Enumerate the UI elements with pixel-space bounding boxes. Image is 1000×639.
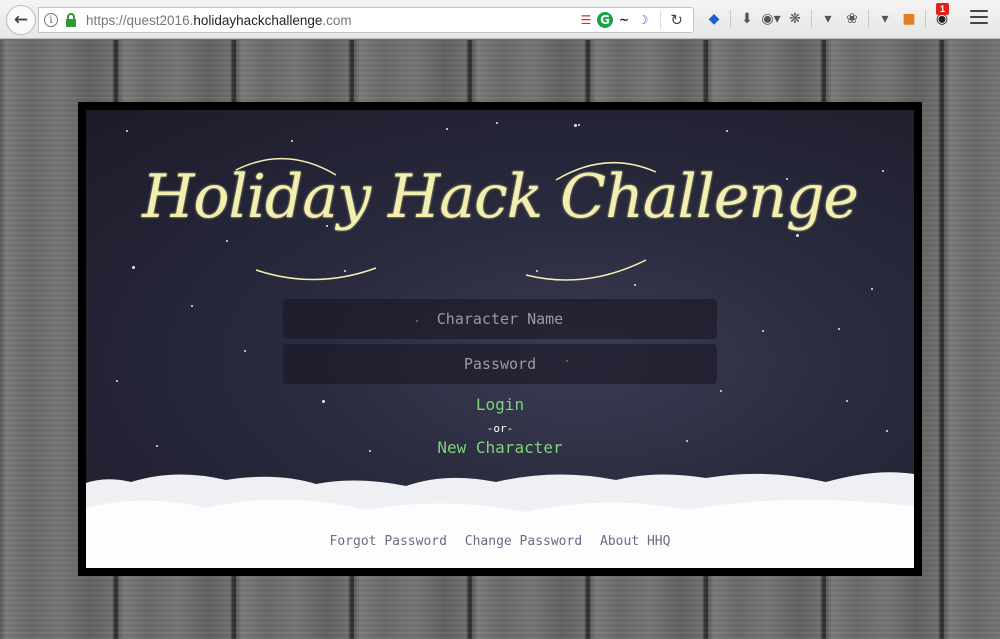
game-frame: Holiday Hack Challenge Login -or- New Ch…	[78, 102, 922, 576]
star	[796, 234, 799, 237]
forgot-password-link[interactable]: Forgot Password	[330, 534, 447, 549]
or-separator: -or-	[486, 422, 514, 435]
night-sky: Holiday Hack Challenge Login -or- New Ch…	[86, 110, 914, 568]
star	[762, 330, 764, 332]
star	[720, 390, 722, 392]
menu-line	[970, 22, 988, 24]
change-password-link[interactable]: Change Password	[465, 534, 582, 549]
toolbar-separator	[811, 10, 812, 28]
notification-badge: 1	[936, 3, 949, 15]
footer-links: Forgot Password Change Password About HH…	[86, 534, 914, 549]
toolbar-separator	[730, 10, 731, 28]
star	[126, 130, 128, 132]
star	[291, 140, 293, 142]
info-icon[interactable]: i	[44, 13, 58, 27]
crescent-extension-icon[interactable]: ☽	[635, 12, 651, 28]
star	[838, 328, 840, 330]
grammarly-icon[interactable]: G	[597, 12, 613, 28]
url-host: holidayhackchallenge	[193, 12, 323, 28]
bug-icon[interactable]: ❋	[783, 8, 807, 30]
reload-separator	[660, 11, 661, 29]
url-text[interactable]: https://quest2016.holidayhackchallenge.c…	[86, 13, 352, 28]
snow-bank	[86, 472, 914, 568]
toolbar-separator	[925, 10, 926, 28]
game-title: Holiday Hack Challenge	[142, 162, 859, 232]
globe-icon[interactable]: ◉▾	[759, 8, 783, 30]
url-suffix: .com	[322, 12, 352, 28]
mustache-icon[interactable]: ~	[616, 12, 632, 28]
reload-icon[interactable]: ↻	[670, 11, 683, 29]
new-character-link[interactable]: New Character	[86, 438, 914, 457]
address-bar[interactable]: i https://quest2016.holidayhackchallenge…	[38, 7, 694, 33]
star	[191, 305, 193, 307]
menu-icon[interactable]	[970, 10, 988, 26]
star	[446, 128, 448, 130]
star	[132, 266, 135, 269]
pocket-icon[interactable]: ◆	[702, 8, 726, 30]
password-input[interactable]	[283, 344, 717, 384]
menu-line	[970, 16, 988, 18]
toolbar-icons: ◆ ⬇ ◉▾ ❋ ▾ ❀ ▾ ■ ◉	[702, 8, 954, 30]
star	[116, 380, 118, 382]
login-link[interactable]: Login	[86, 395, 914, 414]
dropdown-icon[interactable]: ▾	[873, 8, 897, 30]
star	[726, 130, 728, 132]
character-name-input[interactable]	[283, 299, 717, 339]
star	[578, 124, 580, 126]
url-prefix: https://quest2016.	[86, 12, 194, 28]
url-extension-icons: ☰ G ~ ☽	[578, 12, 651, 28]
star	[244, 350, 246, 352]
star	[574, 124, 577, 127]
fox-icon[interactable]: ■	[897, 8, 921, 30]
about-hhq-link[interactable]: About HHQ	[600, 534, 670, 549]
dropdown-icon[interactable]: ▾	[816, 8, 840, 30]
star	[496, 122, 498, 124]
star	[871, 288, 873, 290]
download-icon[interactable]: ⬇	[735, 8, 759, 30]
toolbar-separator	[868, 10, 869, 28]
lock-icon[interactable]	[64, 12, 78, 28]
palette-icon[interactable]: ❀	[840, 8, 864, 30]
menu-line	[970, 10, 988, 12]
stripes-extension-icon[interactable]: ☰	[578, 12, 594, 28]
back-icon[interactable]: ←	[6, 5, 36, 35]
browser-toolbar: ← i https://quest2016.holidayhackchallen…	[0, 0, 1000, 39]
